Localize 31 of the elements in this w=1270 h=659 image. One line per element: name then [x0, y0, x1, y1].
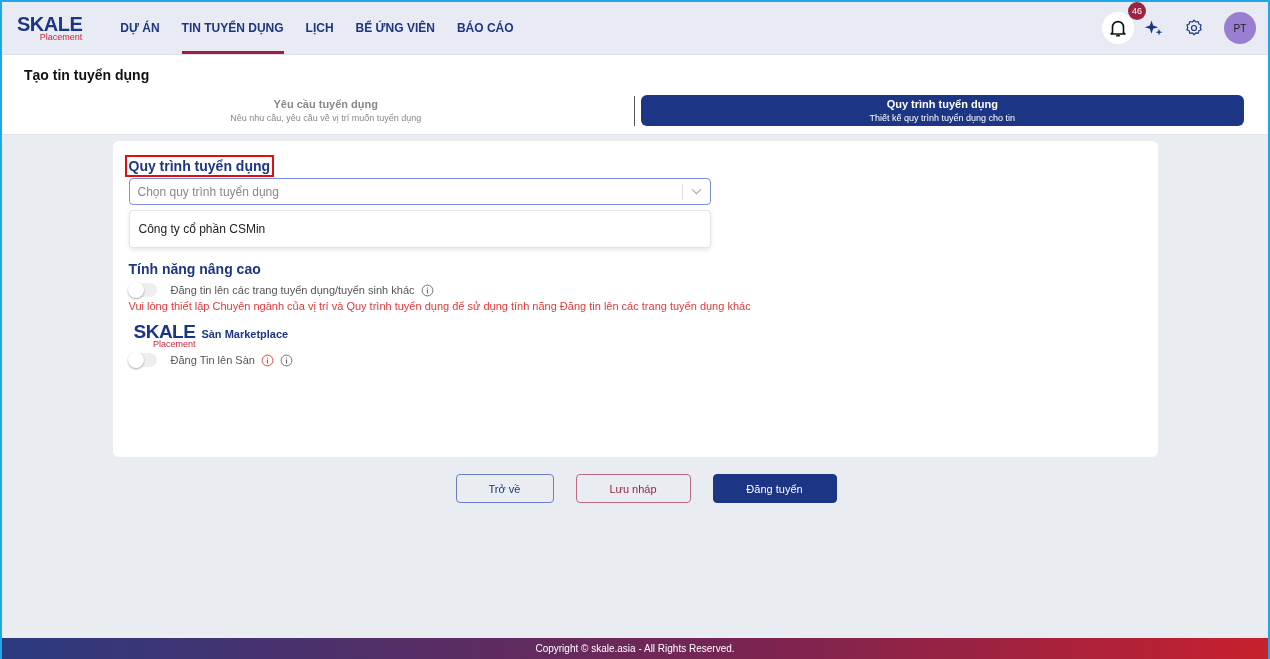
dropdown-option[interactable]: Công ty cổ phần CSMin — [129, 222, 275, 236]
nav-tab[interactable]: DỰ ÁN — [120, 2, 160, 54]
marketplace-title: Sàn Marketplace — [201, 327, 289, 340]
notification-badge: 46 — [1128, 2, 1146, 20]
step-tab[interactable]: Yêu cầu tuyển dụng Nêu nhu cầu, yêu cầu về vị trí muốn tuyển dụng — [24, 95, 628, 126]
info-icon[interactable] — [279, 353, 293, 367]
copyright-text: Copyright © skale.asia - All Rights Reserved. — [535, 643, 735, 654]
toggle-label: Đăng tin lên các trang tuyển dụng/tuyển sinh khác — [170, 284, 415, 296]
settings-icon[interactable] — [1184, 18, 1204, 38]
nav-tab[interactable]: BÁO CÁO — [456, 2, 514, 54]
chevron-down-icon — [690, 188, 702, 195]
warning-info-icon[interactable] — [260, 353, 274, 367]
nav-tab[interactable]: LỊCH — [305, 2, 334, 54]
publish-button[interactable]: Đăng tuyển — [712, 474, 837, 503]
user-avatar[interactable]: PT — [1224, 12, 1256, 44]
toggle-label: Đăng Tin lên Sàn — [170, 354, 255, 366]
toggle-switch[interactable] — [128, 283, 157, 297]
toggle-switch[interactable] — [128, 353, 157, 367]
section-title: Tính năng nâng cao — [128, 261, 262, 277]
process-select[interactable]: Chọn quy trình tuyển dụng — [128, 178, 711, 205]
section-label: Quy trình tuyển dụng — [124, 155, 275, 177]
notification-button[interactable] — [1102, 12, 1134, 44]
warning-text: Vui lòng thiết lập Chuyên ngành của vị trí và Quy trình tuyển dụng để sử dụng tính năng Đăng tin lên các trang tuyển dụng khác — [128, 300, 752, 312]
logo: SKALE Placement — [133, 322, 196, 349]
step-tab[interactable]: Quy trình tuyển dụng Thiết kế quy trình tuyển dụng cho tin — [640, 95, 1244, 126]
info-icon[interactable] — [420, 283, 434, 297]
nav-tab[interactable]: BỂ ỨNG VIÊN — [355, 2, 435, 54]
save-draft-button[interactable]: Lưu nháp — [575, 474, 691, 503]
logo[interactable]: SKALE Placement — [17, 14, 83, 42]
back-button[interactable]: Trở về — [455, 474, 554, 503]
page-title: Tạo tin tuyển dụng — [24, 67, 151, 83]
